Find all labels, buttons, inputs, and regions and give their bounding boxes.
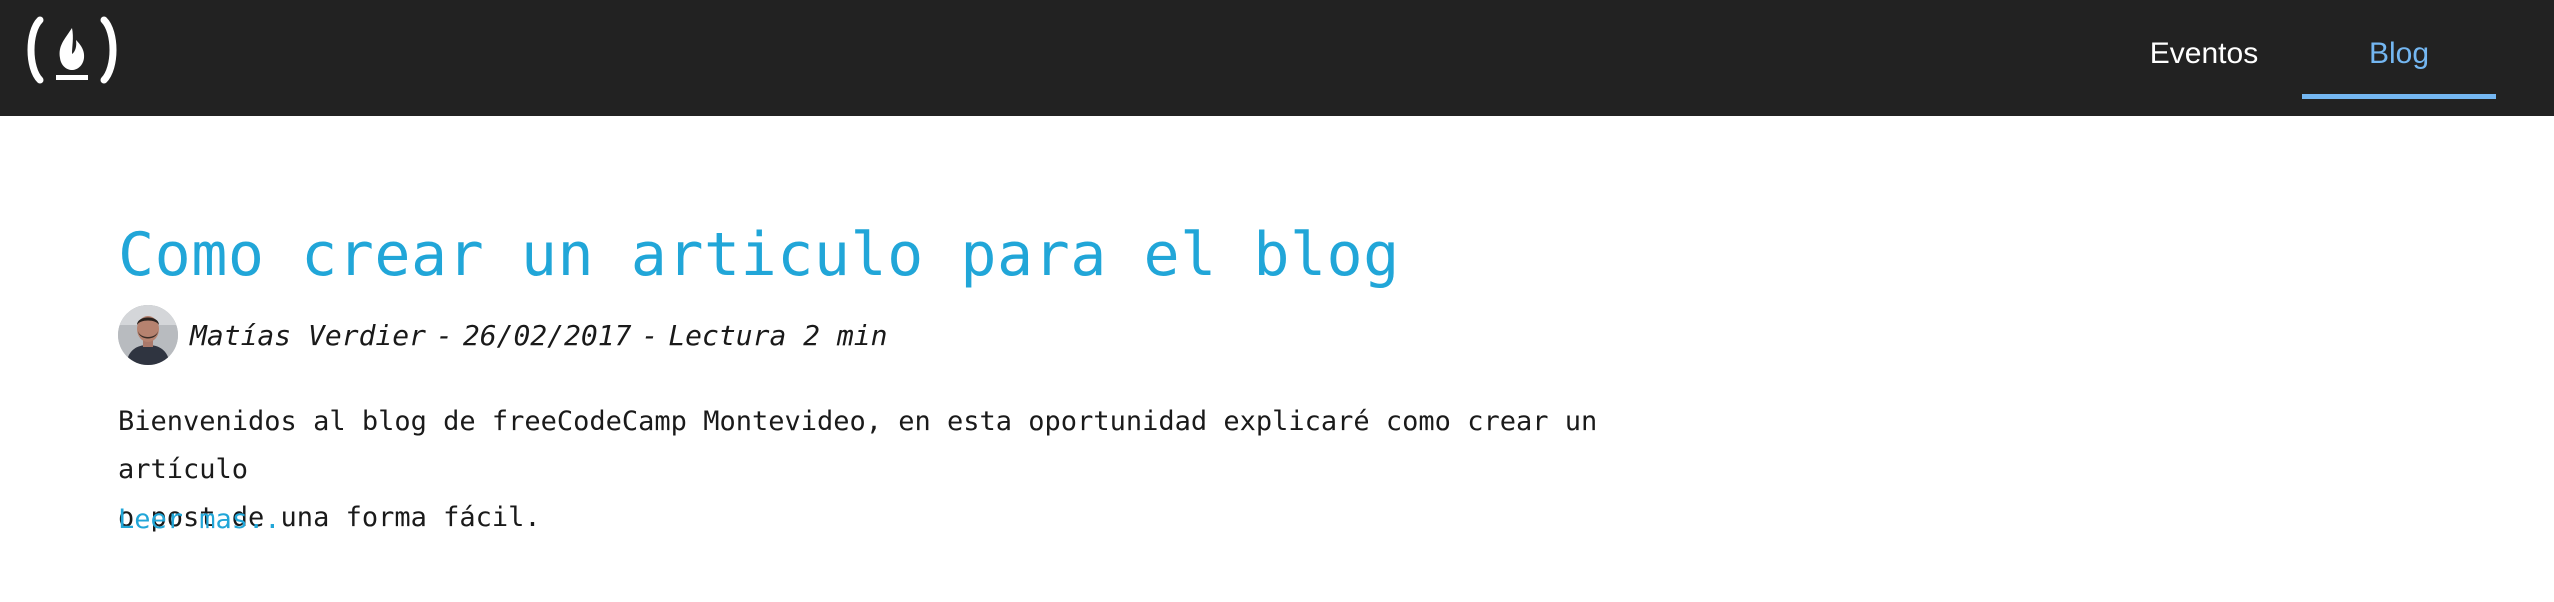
active-nav-underline xyxy=(2302,94,2496,99)
post-date: 26/02/2017 xyxy=(462,318,632,352)
post-excerpt-line-1: Bienvenidos al blog de freeCodeCamp Mont… xyxy=(118,406,1598,485)
freecodecamp-flame-logo-icon[interactable] xyxy=(22,14,122,86)
meta-separator: - xyxy=(436,318,453,352)
meta-separator: - xyxy=(641,318,659,352)
nav-item-eventos[interactable]: Eventos xyxy=(2100,0,2308,116)
reading-time: Lectura 2 min xyxy=(668,318,888,352)
post-title-link[interactable]: Como crear un articulo para el blog xyxy=(118,220,1400,290)
top-navbar: Eventos Blog xyxy=(0,0,2554,116)
author-avatar xyxy=(118,305,178,365)
author-avatar-image xyxy=(118,305,178,365)
author-name: Matías Verdier xyxy=(190,318,427,352)
post-excerpt: Bienvenidos al blog de freeCodeCamp Mont… xyxy=(118,398,1678,542)
read-more-link[interactable]: Leer mas.. xyxy=(118,496,281,544)
post-meta: Matías Verdier - 26/02/2017 - Lectura 2 … xyxy=(118,304,887,366)
